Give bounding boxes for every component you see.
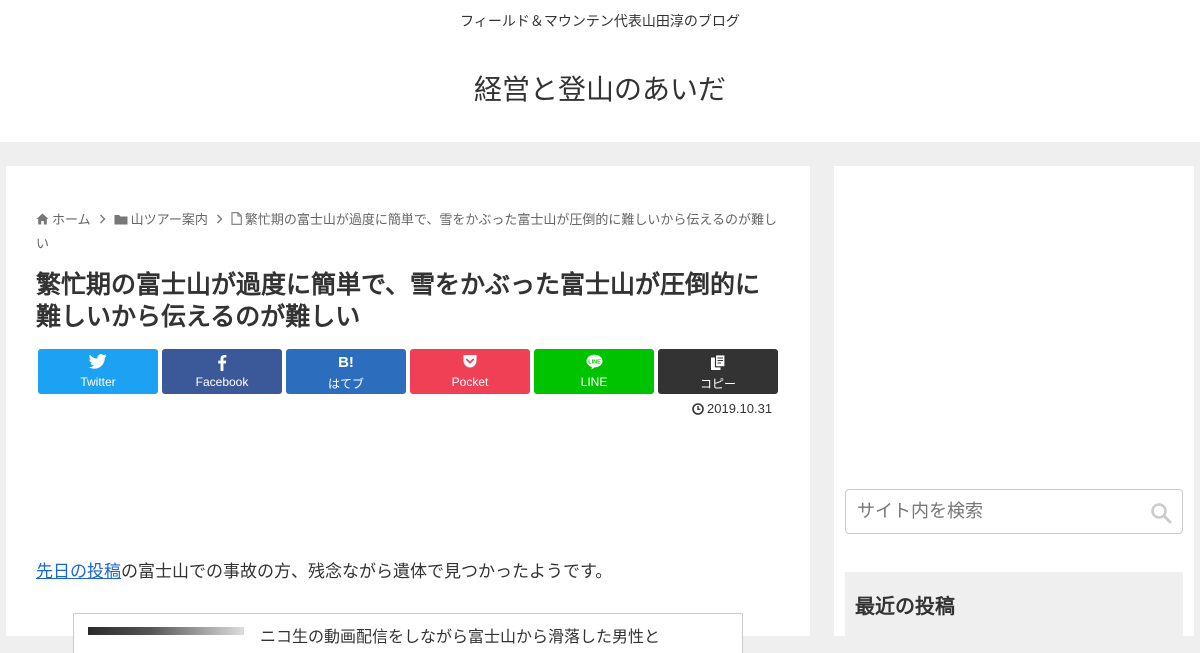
pocket-icon (410, 354, 530, 372)
share-facebook-button[interactable]: Facebook (162, 349, 282, 394)
main-content: ホーム 山ツアー案内 繁忙期の富士山が過度に簡単で、雪をかぶった富士山が圧倒的に… (6, 166, 810, 653)
share-pocket-label: Pocket (451, 375, 489, 389)
hatena-bookmark-icon: B! (338, 354, 354, 371)
twitter-icon (38, 354, 158, 372)
facebook-icon (162, 354, 282, 372)
site-search-form (845, 489, 1183, 534)
embedded-card-title: ニコ生の動画配信をしながら富士山から滑落した男性と (260, 627, 661, 645)
share-copy-button[interactable]: コピー (658, 349, 778, 394)
share-line-button[interactable]: LINE LINE (534, 349, 654, 394)
share-twitter-button[interactable]: Twitter (38, 349, 158, 394)
embedded-card-thumbnail (88, 627, 244, 635)
line-icon: LINE (534, 354, 654, 372)
recent-posts-widget: 最近の投稿 (845, 572, 1183, 642)
share-line-label: LINE (580, 375, 608, 389)
share-hatena-label: はてブ (327, 377, 364, 391)
previous-post-link[interactable]: 先日の投稿 (36, 562, 121, 582)
site-name-link[interactable]: 経営と登山のあいだ (0, 68, 1200, 108)
embedded-link-card[interactable]: ニコ生の動画配信をしながら富士山から滑落した男性と (73, 613, 743, 653)
chevron-right-icon (216, 209, 223, 232)
sidebar: 最近の投稿 (834, 166, 1194, 642)
post-body-paragraph: 先日の投稿の富士山での事故の方、残念ながら遺体で見つかったようです。 (36, 559, 780, 585)
clock-icon (692, 403, 704, 418)
search-icon[interactable] (1150, 502, 1172, 524)
svg-text:LINE: LINE (588, 359, 601, 365)
breadcrumb-category-link[interactable]: 山ツアー案内 (131, 213, 208, 228)
recent-posts-heading: 最近の投稿 (855, 594, 955, 618)
home-icon (36, 210, 49, 233)
search-input[interactable] (846, 490, 1136, 533)
share-twitter-label: Twitter (80, 375, 116, 389)
chevron-right-icon (99, 209, 106, 232)
breadcrumb: ホーム 山ツアー案内 繁忙期の富士山が過度に簡単で、雪をかぶった富士山が圧倒的に… (36, 209, 778, 256)
share-hatena-button[interactable]: B! はてブ (286, 349, 406, 394)
share-buttons: Twitter Facebook B! はてブ Pocket LINE LINE (38, 349, 778, 394)
post-body-text: の富士山での事故の方、残念ながら遺体で見つかったようです。 (121, 562, 613, 582)
site-tagline: フィールド＆マウンテン代表山田淳のブログ (460, 14, 740, 30)
post-date-text: 2019.10.31 (707, 401, 773, 416)
share-copy-label: コピー (699, 377, 736, 391)
share-facebook-label: Facebook (195, 375, 249, 389)
breadcrumb-home-link[interactable]: ホーム (52, 213, 91, 228)
post-date: 2019.10.31 (692, 401, 772, 418)
post-title: 繁忙期の富士山が過度に簡単で、雪をかぶった富士山が圧倒的に難しいから伝えるのが難… (36, 270, 761, 331)
file-icon (231, 210, 242, 233)
site-header: フィールド＆マウンテン代表山田淳のブログ 経営と登山のあいだ (0, 0, 1200, 142)
share-pocket-button[interactable]: Pocket (410, 349, 530, 394)
folder-icon (114, 210, 128, 233)
copy-icon (658, 354, 778, 372)
